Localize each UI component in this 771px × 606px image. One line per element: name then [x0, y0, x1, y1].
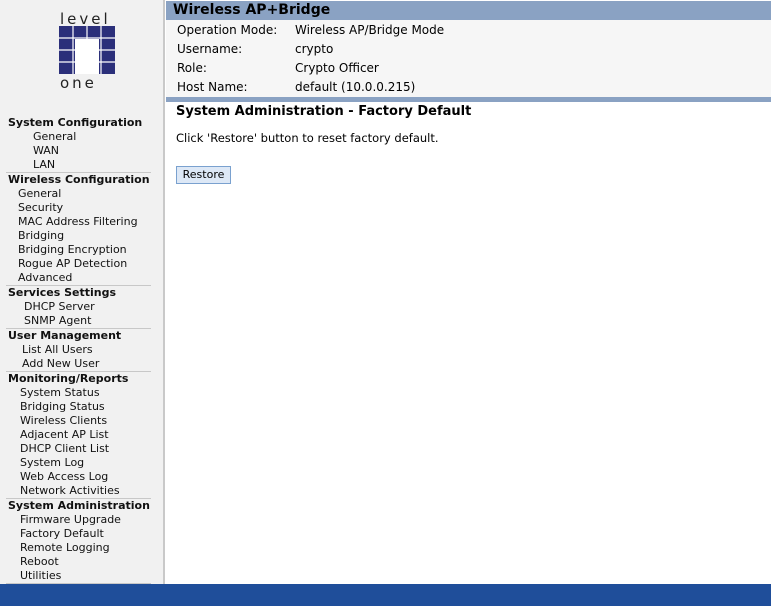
info-label: Host Name:: [177, 80, 248, 94]
nav-item-adjacent-ap-list[interactable]: Adjacent AP List: [0, 428, 165, 442]
nav-section-monitoring-reports: Monitoring/Reports: [8, 372, 129, 385]
page-title: System Administration - Factory Default: [176, 104, 472, 119]
logo-top-text: level: [60, 10, 111, 28]
nav-section-system-administration: System Administration: [8, 499, 150, 512]
device-info-panel: Operation Mode: Wireless AP/Bridge Mode …: [166, 20, 771, 97]
header-bar: Wireless AP+Bridge: [166, 1, 771, 20]
nav-item-lan[interactable]: LAN: [0, 158, 165, 172]
nav-item-system-log[interactable]: System Log: [0, 456, 165, 470]
nav-section-items: General Security MAC Address Filtering Brid…: [0, 187, 165, 285]
nav-item-mac-address-filtering[interactable]: MAC Address Filtering: [0, 215, 165, 229]
nav-item-utilities[interactable]: Utilities: [0, 569, 165, 583]
nav-section-system-configuration: System Configuration: [8, 116, 143, 129]
nav-section-items: Firmware Upgrade Factory Default Remote Lo…: [0, 513, 165, 583]
info-value: Crypto Officer: [295, 61, 379, 75]
page-description: Click 'Restore' button to reset factory …: [176, 131, 439, 145]
info-label: Role:: [177, 61, 207, 75]
nav-section-items: General WAN LAN: [0, 130, 165, 172]
nav-item-general[interactable]: General: [0, 130, 165, 144]
sidebar: level one System Configuration General WAN…: [0, 0, 165, 584]
nav-item-dhcp-client-list[interactable]: DHCP Client List: [0, 442, 165, 456]
info-value: crypto: [295, 42, 334, 56]
nav-item-advanced[interactable]: Advanced: [0, 271, 165, 285]
nav-item-bridging-encryption[interactable]: Bridging Encryption: [0, 243, 165, 257]
nav-item-factory-default[interactable]: Factory Default: [0, 527, 165, 541]
info-label: Operation Mode:: [177, 23, 278, 37]
nav-section-wireless-configuration: Wireless Configuration: [8, 173, 150, 186]
footer-bar: [0, 584, 771, 606]
nav-section-items: DHCP Server SNMP Agent: [0, 300, 165, 328]
nav-item-reboot[interactable]: Reboot: [0, 555, 165, 569]
nav-item-dhcp-server[interactable]: DHCP Server: [0, 300, 165, 314]
nav-item-system-status[interactable]: System Status: [0, 386, 165, 400]
nav-item-general[interactable]: General: [0, 187, 165, 201]
nav-item-list-all-users[interactable]: List All Users: [0, 343, 165, 357]
logo-bottom-text: one: [60, 74, 97, 92]
restore-button[interactable]: Restore: [176, 166, 231, 184]
nav-item-rogue-ap-detection[interactable]: Rogue AP Detection: [0, 257, 165, 271]
nav-item-network-activities[interactable]: Network Activities: [0, 484, 165, 498]
nav-item-wan[interactable]: WAN: [0, 144, 165, 158]
logo-mark-icon: [59, 26, 115, 74]
section-divider: [166, 97, 771, 102]
nav-section-items: List All Users Add New User: [0, 343, 165, 371]
nav-item-remote-logging[interactable]: Remote Logging: [0, 541, 165, 555]
nav-item-add-new-user[interactable]: Add New User: [0, 357, 165, 371]
nav-section-services-settings: Services Settings: [8, 286, 117, 299]
nav-section-items: System Status Bridging Status Wireless Cli…: [0, 386, 165, 498]
nav-item-web-access-log[interactable]: Web Access Log: [0, 470, 165, 484]
sidebar-nav: System Configuration General WAN LAN Wireles…: [0, 116, 165, 584]
nav-section-user-management: User Management: [8, 329, 122, 342]
nav-item-bridging-status[interactable]: Bridging Status: [0, 400, 165, 414]
nav-item-wireless-clients[interactable]: Wireless Clients: [0, 414, 165, 428]
nav-item-snmp-agent[interactable]: SNMP Agent: [0, 314, 165, 328]
device-title: Wireless AP+Bridge: [173, 2, 331, 18]
info-label: Username:: [177, 42, 243, 56]
info-value: default (10.0.0.215): [295, 80, 416, 94]
levelone-logo: level one: [58, 12, 120, 92]
nav-item-firmware-upgrade[interactable]: Firmware Upgrade: [0, 513, 165, 527]
info-value: Wireless AP/Bridge Mode: [295, 23, 445, 37]
nav-item-security[interactable]: Security: [0, 201, 165, 215]
nav-item-bridging[interactable]: Bridging: [0, 229, 165, 243]
